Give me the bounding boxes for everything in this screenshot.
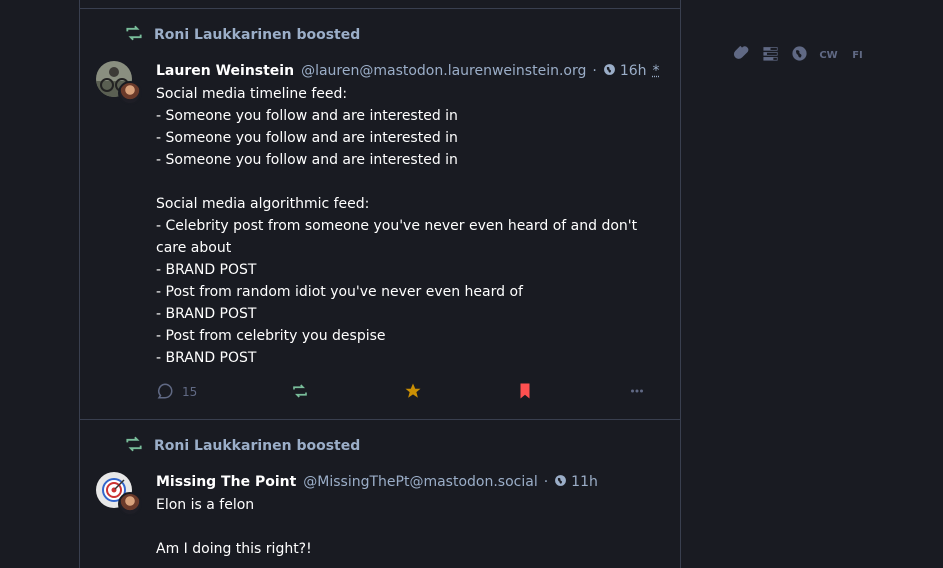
status-body: Lauren Weinstein @lauren@mastodon.lauren… bbox=[156, 59, 660, 369]
booster-avatar bbox=[118, 492, 142, 516]
timestamp[interactable]: 11h bbox=[571, 474, 598, 490]
avatar[interactable] bbox=[96, 61, 142, 105]
globe-icon bbox=[791, 45, 808, 65]
reply-button[interactable]: 15 bbox=[156, 382, 197, 403]
boost-indicator[interactable]: Roni Laukkarinen boosted bbox=[124, 25, 360, 45]
poll-button[interactable] bbox=[761, 44, 780, 66]
bookmark-button[interactable] bbox=[516, 382, 534, 403]
boost-button[interactable] bbox=[291, 382, 309, 403]
attach-button[interactable] bbox=[732, 44, 751, 66]
ellipsis-icon bbox=[628, 382, 646, 403]
content-warning-button[interactable]: CW bbox=[819, 44, 838, 66]
status-action-bar: 15 bbox=[156, 379, 646, 405]
edited-indicator[interactable]: * bbox=[653, 63, 660, 79]
account-handle[interactable]: @MissingThePt@mastodon.social bbox=[303, 474, 537, 490]
globe-icon bbox=[603, 63, 616, 80]
booster-name[interactable]: Roni Laukkarinen boosted bbox=[154, 27, 360, 43]
status-meta[interactable]: 16h * bbox=[603, 63, 660, 80]
divider bbox=[80, 419, 680, 420]
compose-toolbar: CW FI bbox=[732, 44, 867, 66]
display-name[interactable]: Lauren Weinstein bbox=[156, 63, 294, 79]
boost-indicator[interactable]: Roni Laukkarinen boosted bbox=[124, 436, 360, 456]
favourite-button[interactable] bbox=[404, 382, 422, 403]
timestamp[interactable]: 16h bbox=[620, 63, 647, 79]
booster-name[interactable]: Roni Laukkarinen boosted bbox=[154, 438, 360, 454]
avatar[interactable] bbox=[96, 472, 142, 516]
booster-avatar bbox=[118, 81, 142, 105]
reply-icon bbox=[156, 382, 174, 403]
paperclip-icon bbox=[733, 45, 750, 65]
separator: · bbox=[543, 474, 549, 490]
home-timeline: Roni Laukkarinen boosted Lauren Weinstei… bbox=[79, 0, 681, 568]
status-header: Missing The Point @MissingThePt@mastodon… bbox=[156, 470, 660, 494]
boost-icon bbox=[124, 434, 144, 458]
boost-icon bbox=[124, 23, 144, 47]
status-content: Social media timeline feed: - Someone yo… bbox=[156, 86, 638, 366]
reply-count: 15 bbox=[182, 385, 198, 399]
status-content: Elon is a felon Am I doing this right?! bbox=[156, 497, 312, 557]
status-meta[interactable]: 11h bbox=[554, 474, 598, 491]
visibility-button[interactable] bbox=[790, 44, 809, 66]
divider bbox=[80, 8, 680, 9]
boost-icon bbox=[291, 382, 309, 403]
more-button[interactable] bbox=[628, 382, 646, 403]
account-handle[interactable]: @lauren@mastodon.laurenweinstein.org bbox=[301, 63, 586, 79]
poll-icon bbox=[762, 45, 779, 65]
display-name[interactable]: Missing The Point bbox=[156, 474, 296, 490]
globe-icon bbox=[554, 474, 567, 491]
language-button[interactable]: FI bbox=[848, 44, 867, 66]
bookmark-icon bbox=[516, 382, 534, 403]
separator: · bbox=[592, 63, 597, 79]
status-header: Lauren Weinstein @lauren@mastodon.lauren… bbox=[156, 59, 660, 83]
status-body: Missing The Point @MissingThePt@mastodon… bbox=[156, 470, 660, 560]
star-icon bbox=[404, 382, 422, 403]
